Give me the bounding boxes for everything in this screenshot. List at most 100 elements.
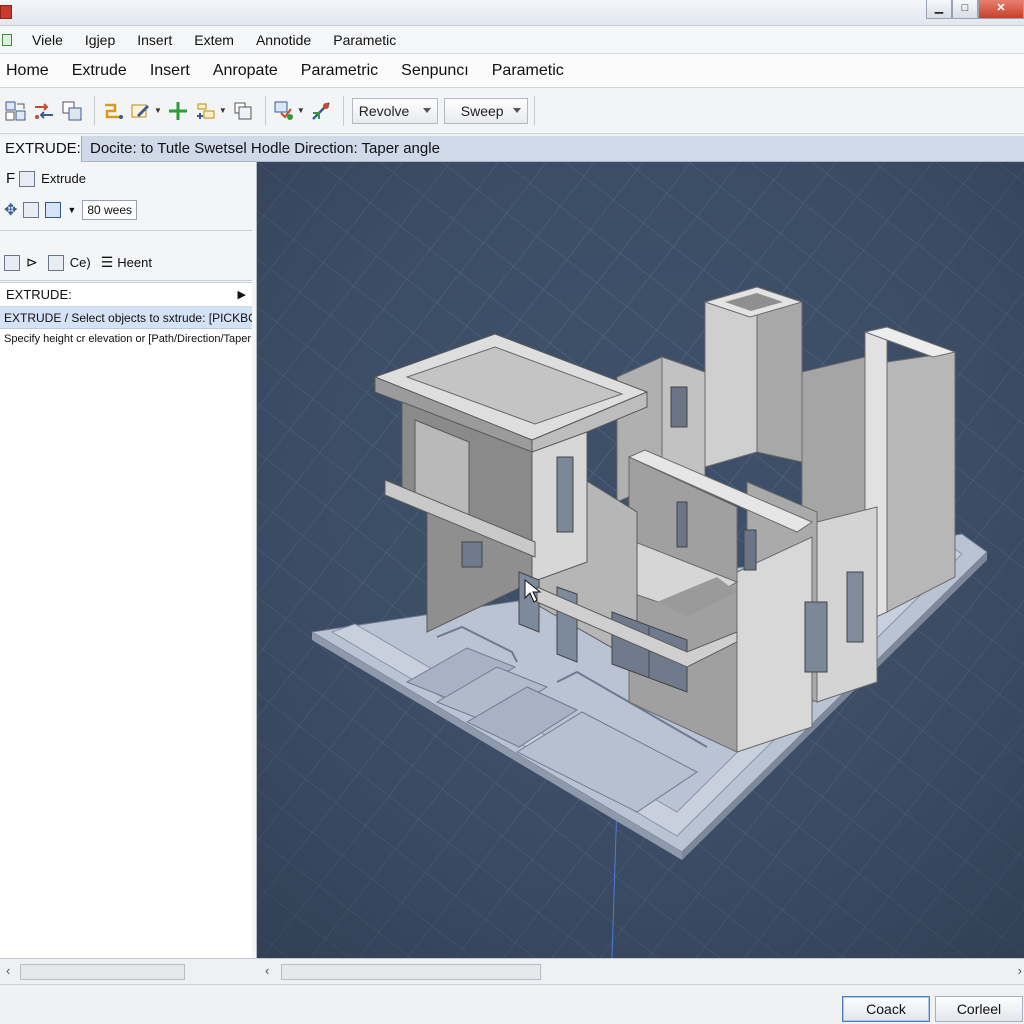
tool-label-heent: Heent [117,255,152,270]
app-icon [0,5,12,19]
menu-item-annotate[interactable]: Annotide [256,32,311,48]
move-arrows-icon [35,102,53,119]
panel-divider [0,280,252,281]
scrollbar-thumb[interactable] [281,964,541,980]
scroll-right-icon[interactable]: › [1018,963,1022,978]
viewport-horizontal-scrollbar[interactable]: ‹ › [257,958,1024,984]
viewport-canvas [257,162,1024,958]
ok-button[interactable]: Coack [842,996,930,1022]
history-header[interactable]: EXTRUDE: ▶ [0,283,252,307]
close-button[interactable]: ✕ [978,0,1024,19]
chevron-down-icon[interactable]: ▼ [297,106,305,115]
window [743,529,757,571]
tab-annotate[interactable]: Anropate [213,62,278,80]
cancel-button[interactable]: Corleel [935,996,1023,1022]
tab-home[interactable]: Home [6,62,49,80]
chevron-down-icon[interactable]: ▼ [219,106,227,115]
chevron-down-icon[interactable]: ▼ [154,106,162,115]
layer-icon[interactable] [47,254,64,271]
title-bar: ▁ □ ✕ [0,0,1024,26]
copy-icon [62,101,82,120]
path-icon [105,103,123,119]
left-horizontal-scrollbar[interactable]: ‹ [0,958,257,984]
path-tool-button[interactable] [101,99,125,123]
arrow-right-icon[interactable]: ⊳ [26,254,38,271]
command-line: EXTRUDE: Docite: to Tutle Swetsel Hodle … [0,136,1024,162]
ribbon-tabs: Home Extrude Insert Anropate Parametric … [0,54,1024,88]
panel-title: Extrude [41,171,86,186]
chevron-down-icon [422,107,431,113]
window [804,601,828,673]
sweep-dropdown[interactable]: Sweep [443,97,528,124]
edit-tool-button[interactable] [129,99,153,123]
window [670,386,688,428]
move-icon[interactable]: ✥ [4,200,17,220]
layout-icon [5,101,26,120]
toolbar-separator [533,95,535,126]
revolve-dropdown-label: Revolve [358,102,410,119]
align-tool-button[interactable] [194,99,218,123]
panel-options-row: ✥ ▼ 80 wees [4,200,138,220]
tab-parametric[interactable]: Parametric [301,62,378,80]
block-icon [234,102,252,119]
revolve-dropdown[interactable]: Revolve [351,97,438,124]
window [846,571,864,643]
square-icon[interactable] [23,202,40,218]
menu-item-view[interactable]: Viele [32,32,63,48]
block-tool-button[interactable] [231,99,255,123]
height-field[interactable]: 80 wees [82,200,138,220]
command-history: EXTRUDE: ▶ EXTRUDE / Select objects to s… [0,282,252,958]
copy-tool-button[interactable] [60,99,84,123]
chevron-down-icon[interactable]: ▼ [67,205,76,215]
scrollbar-thumb[interactable] [20,964,185,980]
tab-extrude[interactable]: Extrude [72,62,127,80]
maximize-button[interactable]: □ [952,0,978,19]
chevron-right-icon[interactable]: ▶ [238,283,246,307]
graph-icon[interactable] [45,202,62,218]
measure-icon [311,101,330,120]
panel-f-icon: F [6,170,16,187]
dialog-button-bar: Coack Corleel [0,984,1024,1024]
menu-item-extend[interactable]: Extem [194,32,234,48]
move-tool-button[interactable] [32,99,56,123]
tab-parametic[interactable]: Parametic [492,62,564,80]
door [518,571,540,633]
align-icon [196,103,215,119]
history-header-label: EXTRUDE: [6,287,72,302]
window [556,456,574,533]
command-prompt[interactable]: Docite: to Tutle Swetsel Hodle Direction… [90,136,440,162]
edit-icon [131,104,149,117]
toolbar-separator [342,95,344,126]
list-icon[interactable]: ☰ [101,254,114,271]
tool-label-ce: Ce) [69,255,91,270]
menu-item-help[interactable]: Igjep [85,32,115,48]
document-icon [2,33,12,46]
panel-tools-row: ⊳ Ce) ☰ Heent [4,254,152,271]
array-tool-button[interactable] [272,99,296,123]
history-selected-line[interactable]: EXTRUDE / Select objects to sxtrude: [PI… [0,307,252,329]
menu-item-insert[interactable]: Insert [137,32,172,48]
plus-icon [168,101,187,120]
scroll-left-icon[interactable]: ‹ [6,963,10,978]
window-controls: ▁ □ ✕ [926,0,1024,20]
window [676,501,688,548]
toolbar: ▼ ▼ ▼ Revolve Sweep [0,88,1024,134]
add-tool-button[interactable] [166,99,190,123]
history-line[interactable]: Specify height cr elevation or [Path/Dir… [0,329,252,349]
menu-bar: Viele Igjep Insert Extem Annotide Parame… [0,26,1024,54]
toolbar-separator [94,95,95,126]
menu-item-parametric[interactable]: Parametic [333,32,396,48]
scroll-left-icon[interactable]: ‹ [265,963,269,978]
minimize-button[interactable]: ▁ [926,0,952,19]
tab-senpunci[interactable]: Senpuncı [401,62,469,80]
panel-divider [0,230,252,231]
sweep-dropdown-label: Sweep [460,102,504,119]
measure-tool-button[interactable] [309,99,333,123]
chevron-down-icon [512,107,521,113]
model-viewport[interactable] [257,162,1024,958]
tab-insert[interactable]: Insert [150,62,190,80]
properties-panel: F Extrude ✥ ▼ 80 wees ⊳ Ce) ☰ Heent EXTR… [0,162,257,958]
layout-tool-button[interactable] [4,99,28,123]
text-icon[interactable] [4,254,20,271]
extrude-icon [19,170,36,187]
